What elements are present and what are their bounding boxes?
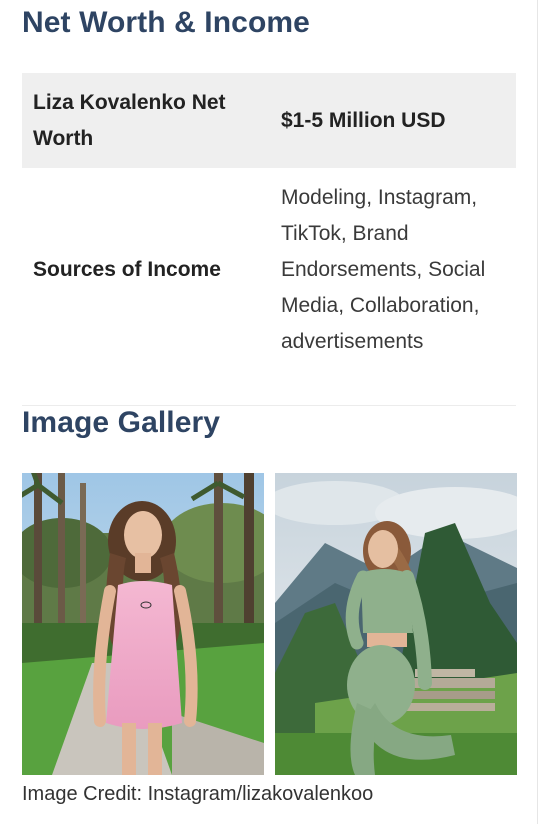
photo-pink-dress-illustration <box>22 473 264 775</box>
gallery-image-machu-picchu[interactable] <box>275 473 517 775</box>
image-credit: Image Credit: Instagram/lizakovalenkoo <box>22 783 374 805</box>
page-edge-divider <box>537 0 538 824</box>
table-row: Sources of Income Modeling, Instagram, T… <box>22 168 516 372</box>
gallery-image-pink-dress[interactable] <box>22 473 264 775</box>
net-worth-table: Liza Kovalenko Net Worth $1-5 Million US… <box>22 73 516 372</box>
table-row-value: $1-5 Million USD <box>281 108 446 132</box>
table-row-label: Sources of Income <box>33 258 221 281</box>
table-row: Liza Kovalenko Net Worth $1-5 Million US… <box>22 73 516 168</box>
net-worth-heading: Net Worth & Income <box>22 6 310 39</box>
photo-machu-picchu-illustration <box>275 473 517 775</box>
image-gallery-heading: Image Gallery <box>22 406 221 439</box>
table-row-value: Modeling, Instagram, TikTok, Brand Endor… <box>281 186 486 353</box>
image-gallery <box>22 473 517 775</box>
article-page: Net Worth & Income Liza Kovalenko Net Wo… <box>0 0 540 824</box>
table-row-label: Liza Kovalenko Net Worth <box>33 90 226 150</box>
